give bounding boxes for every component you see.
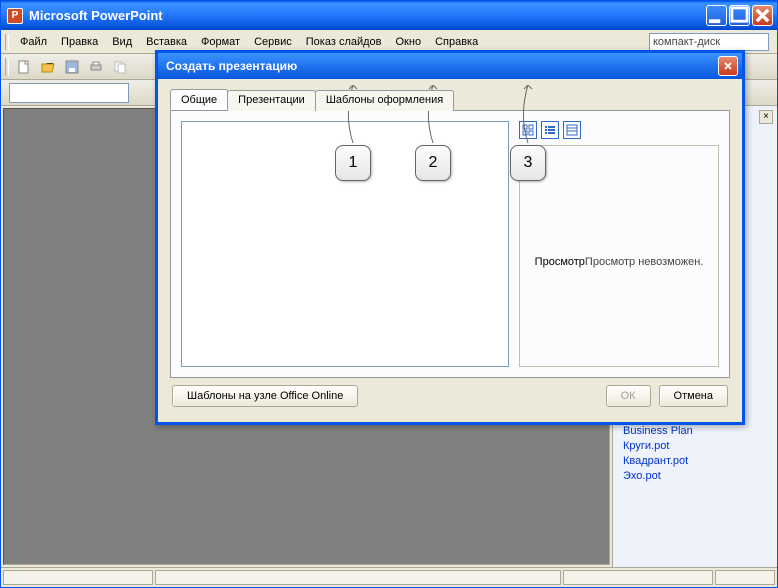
view-mode-buttons	[519, 121, 719, 139]
status-cell	[715, 570, 775, 585]
menu-insert[interactable]: Вставка	[139, 33, 194, 51]
preview-label: Просмотр	[535, 256, 585, 268]
copy-button[interactable]	[109, 56, 131, 78]
template-link[interactable]: Business Plan	[623, 425, 767, 437]
menu-format[interactable]: Формат	[194, 33, 247, 51]
callout-1: 1	[335, 145, 371, 181]
tab-general[interactable]: Общие	[170, 89, 228, 110]
status-cell	[563, 570, 713, 585]
dialog-title: Создать презентацию	[166, 59, 718, 73]
task-pane-close[interactable]: ×	[759, 110, 773, 124]
preview-box: Просмотр Просмотр невозможен.	[519, 145, 719, 367]
cancel-button[interactable]: Отмена	[659, 385, 728, 407]
recent-templates-list: Business Plan Круги.pot Квадрант.pot Эхо…	[613, 416, 777, 491]
dialog-body: Общие Презентации Шаблоны оформления Про…	[158, 79, 742, 422]
template-link[interactable]: Эхо.pot	[623, 470, 767, 482]
save-button[interactable]	[61, 56, 83, 78]
callout-2: 2	[415, 145, 451, 181]
dialog-titlebar[interactable]: Создать презентацию	[158, 53, 742, 79]
menu-edit[interactable]: Правка	[54, 33, 105, 51]
menu-tools[interactable]: Сервис	[247, 33, 299, 51]
callout-3: 3	[510, 145, 546, 181]
tab-design-templates[interactable]: Шаблоны оформления	[315, 90, 454, 111]
templates-online-button[interactable]: Шаблоны на узле Office Online	[172, 385, 358, 407]
menu-view[interactable]: Вид	[105, 33, 139, 51]
callout-bubble: 1	[335, 145, 371, 181]
new-button[interactable]	[13, 56, 35, 78]
font-selector[interactable]	[9, 83, 129, 103]
preview-message: Просмотр невозможен.	[585, 256, 703, 268]
template-link[interactable]: Круги.pot	[623, 440, 767, 452]
titlebar: P Microsoft PowerPoint	[1, 1, 777, 30]
menubar-grip[interactable]	[5, 34, 9, 50]
open-button[interactable]	[37, 56, 59, 78]
menu-file[interactable]: Файл	[13, 33, 54, 51]
template-link[interactable]: Квадрант.pot	[623, 455, 767, 467]
callout-bubble: 3	[510, 145, 546, 181]
app-title: Microsoft PowerPoint	[29, 8, 704, 23]
dialog-right-column: Просмотр Просмотр невозможен.	[519, 121, 719, 367]
ok-button[interactable]: ОК	[606, 385, 651, 407]
menu-help[interactable]: Справка	[428, 33, 485, 51]
toolbar-grip[interactable]	[5, 58, 9, 76]
help-search-input[interactable]	[649, 33, 769, 51]
maximize-button[interactable]	[729, 5, 750, 26]
app-icon: P	[7, 8, 23, 24]
dialog-button-row: Шаблоны на узле Office Online ОК Отмена	[170, 378, 730, 414]
print-button[interactable]	[85, 56, 107, 78]
details-view-button[interactable]	[563, 121, 581, 139]
callout-bubble: 2	[415, 145, 451, 181]
status-cell	[3, 570, 153, 585]
tab-presentations[interactable]: Презентации	[227, 90, 316, 111]
tabstrip: Общие Презентации Шаблоны оформления	[170, 89, 730, 110]
status-cell	[155, 570, 561, 585]
dialog-close-button[interactable]	[718, 56, 738, 76]
menu-slideshow[interactable]: Показ слайдов	[299, 33, 389, 51]
close-button[interactable]	[752, 5, 773, 26]
menu-window[interactable]: Окно	[389, 33, 429, 51]
statusbar	[1, 567, 777, 587]
list-view-button[interactable]	[541, 121, 559, 139]
minimize-button[interactable]	[706, 5, 727, 26]
new-presentation-dialog: Создать презентацию Общие Презентации Ша…	[155, 50, 745, 425]
